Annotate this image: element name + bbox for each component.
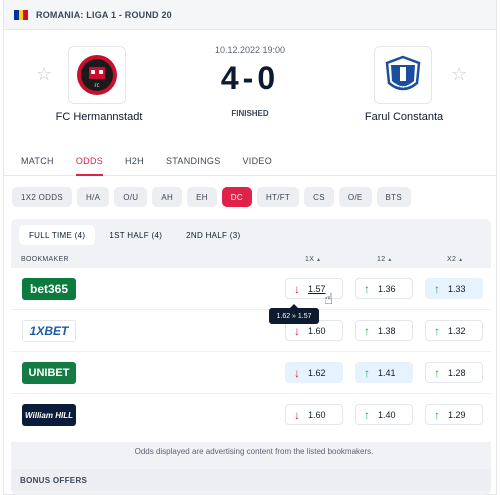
bet-type-ah[interactable]: AH [152,187,183,207]
odd-cell[interactable]: ↓ 1.62 [285,362,343,383]
col-x2[interactable]: X2 ▲ [447,256,463,263]
bookmaker-name: William HILL [25,410,73,420]
bonus-offers-header[interactable]: BONUS OFFERS [11,469,491,491]
odd-value: 1.57 [308,283,326,294]
odd-value: 1.60 [308,325,326,336]
tab-standings[interactable]: STANDINGS [166,144,221,175]
odd-cell[interactable]: ↑ 1.28 [425,362,483,383]
col-1x[interactable]: 1X ▲ [305,256,321,263]
arrow-down-icon: ↓ [294,323,300,338]
bet-type-bts[interactable]: BTS [376,187,411,207]
bet-type-1x2[interactable]: 1X2 ODDS [12,187,72,207]
odds-table-body: bet365 ↓ 1.57 ↑ 1.36 ↑ 1.33 1XBET ↓ 1.60… [11,267,491,442]
bet-type-cs[interactable]: CS [304,187,334,207]
bet-type-ou[interactable]: O/U [114,187,148,207]
arrow-up-icon: ↑ [434,407,440,422]
odd-cell[interactable]: ↑ 1.41 [355,362,413,383]
svg-text:FCF: FCF [399,85,407,90]
sort-icon: ▲ [316,257,322,263]
odd-value: 1.29 [448,409,466,420]
odd-cell[interactable]: ↑ 1.38 [355,320,413,341]
odd-cell[interactable]: ↑ 1.33 [425,278,483,299]
farul-crest-icon: FCF [385,55,421,91]
bet-type-ha[interactable]: H/A [76,187,110,207]
odd-value: 1.36 [378,283,396,294]
tab-h2h[interactable]: H2H [125,144,144,175]
odd-value: 1.41 [378,367,396,378]
arrow-up-icon: ↑ [364,281,370,296]
odds-table-header: BOOKMAKER 1X ▲ 12 ▲ X2 ▲ [11,253,491,267]
sort-icon: ▲ [387,257,393,263]
bookmaker-name: bet365 [29,282,69,296]
arrow-up-icon: ↑ [434,365,440,380]
col-12[interactable]: 12 ▲ [377,256,393,263]
league-bar[interactable]: ROMANIA: LIGA 1 - ROUND 20 [4,0,496,30]
odd-cell[interactable]: ↑ 1.40 [355,404,413,425]
away-team-logo[interactable]: FCF [374,46,432,104]
odd-value: 1.38 [378,325,396,336]
tab-match[interactable]: MATCH [21,144,54,175]
col-1x-label: 1X [305,256,315,263]
odds-change-tooltip: 1.62 » 1.57 [269,304,319,324]
league-title: ROMANIA: LIGA 1 - ROUND 20 [36,9,172,20]
odds-disclaimer: Odds displayed are advertising content f… [134,447,374,456]
odd-cell[interactable]: ↑ 1.32 [425,320,483,341]
away-team-name[interactable]: Farul Constanta [334,111,474,123]
arrow-down-icon: ↓ [294,281,300,296]
odd-value: 1.62 [308,367,326,378]
romania-flag-icon [14,9,29,20]
odd-cell[interactable]: ↓ 1.60 [285,404,343,425]
table-row: bet365 ↓ 1.57 ↑ 1.36 ↑ 1.33 [11,267,491,309]
favorite-away-star-icon[interactable]: ☆ [451,64,467,85]
tab-odds[interactable]: ODDS [75,144,104,176]
col-bookmaker: BOOKMAKER [21,256,69,263]
arrow-up-icon: ↑ [364,323,370,338]
arrow-up-icon: ↑ [364,365,370,380]
bookmaker-name: 1XBET [29,324,69,338]
period-selector: FULL TIME (4) 1ST HALF (4) 2ND HALF (3) [19,225,254,245]
match-detail-page: ROMANIA: LIGA 1 - ROUND 20 ☆ FC FC Herma… [3,0,497,495]
bet-type-htft[interactable]: HT/FT [256,187,300,207]
bookmaker-logo-bet365[interactable]: bet365 [22,278,76,300]
odd-value: 1.32 [448,325,466,336]
table-row: 1XBET ↓ 1.60 ↑ 1.38 ↑ 1.32 [11,309,491,351]
bet-type-eh[interactable]: EH [187,187,217,207]
table-row: William HILL ↓ 1.60 ↑ 1.40 ↑ 1.29 [11,393,491,435]
odd-value: 1.33 [448,283,466,294]
period-full-time[interactable]: FULL TIME (4) [19,225,96,245]
odd-cell[interactable]: ↑ 1.29 [425,404,483,425]
arrow-down-icon: ↓ [294,407,300,422]
bookmaker-logo-unibet[interactable]: UNIBET [22,362,76,384]
arrow-down-icon: ↓ [294,365,300,380]
arrow-up-icon: ↑ [434,281,440,296]
bookmaker-name: UNIBET [28,367,70,379]
odd-value: 1.28 [448,367,466,378]
match-tabs: MATCH ODDS H2H STANDINGS VIDEO [4,144,496,176]
col-12-label: 12 [377,256,386,263]
bet-type-oe[interactable]: O/E [338,187,372,207]
hand-cursor-icon: ☝ [324,291,334,308]
bet-type-selector: 1X2 ODDS H/A O/U AH EH DC HT/FT CS O/E B… [12,187,416,207]
odd-cell[interactable]: ↑ 1.36 [355,278,413,299]
period-first-half[interactable]: 1ST HALF (4) [99,225,172,245]
odd-value: 1.40 [378,409,396,420]
period-second-half[interactable]: 2ND HALF (3) [176,225,250,245]
bet-type-dc[interactable]: DC [221,187,252,207]
sort-icon: ▲ [458,257,464,263]
bookmaker-logo-william-hill[interactable]: William HILL [22,404,76,426]
tab-video[interactable]: VIDEO [243,144,273,175]
col-x2-label: X2 [447,256,457,263]
arrow-up-icon: ↑ [364,407,370,422]
match-header: ☆ FC FC Hermannstadt 10.12.2022 19:00 4-… [4,30,496,140]
arrow-up-icon: ↑ [434,323,440,338]
odd-value: 1.60 [308,409,326,420]
bookmaker-logo-1xbet[interactable]: 1XBET [22,320,76,342]
table-row: UNIBET ↓ 1.62 ↑ 1.41 ↑ 1.28 [11,351,491,393]
odd-cell[interactable]: ↓ 1.57 [285,278,343,299]
